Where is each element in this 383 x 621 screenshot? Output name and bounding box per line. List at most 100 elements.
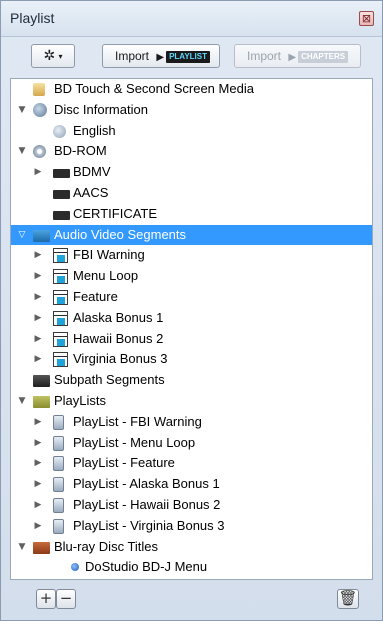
tree-row[interactable]: ▶ PlayList - Alaska Bonus 1 (11, 474, 372, 494)
folder-blue-icon (33, 229, 50, 242)
gear-icon: ✲ (43, 48, 56, 64)
disc-info-icon (33, 102, 47, 117)
play-arrow-icon: ▶ (288, 52, 297, 63)
play-arrow-icon: ▶ (156, 52, 165, 63)
expand-arrow-icon[interactable]: ▶ (33, 433, 43, 453)
tree-row-label: PlayList - Alaska Bonus 1 (73, 476, 220, 492)
collapse-arrow-icon[interactable]: ▼ (17, 537, 27, 557)
tree-row[interactable]: ▶ Feature (11, 287, 372, 307)
expand-arrow-icon[interactable]: ▶ (33, 516, 43, 536)
tree-row-label: BD-ROM (54, 143, 107, 159)
tree-row-label: Blu-ray Disc Titles (54, 538, 159, 554)
chapters-tag: CHAPTERS (298, 51, 349, 63)
collapse-arrow-icon[interactable]: ▽ (17, 225, 27, 245)
tree-row-label: Hawaii Bonus 2 (73, 330, 164, 346)
trash-icon[interactable]: 🗑 (337, 589, 359, 609)
settings-menu-button[interactable]: ✲ ▾ (31, 44, 75, 68)
tree-row[interactable]: Subpath Segments (11, 370, 372, 390)
playlist-tag: PLAYLIST (166, 51, 210, 63)
tree-row-label: BDMV (73, 164, 111, 180)
language-disc-icon (53, 124, 66, 138)
folder-icon (53, 210, 70, 220)
tree-row-label: PlayList - Virginia Bonus 3 (73, 517, 225, 533)
collapse-arrow-icon[interactable]: ▼ (17, 100, 27, 120)
expand-arrow-icon[interactable]: ▶ (33, 453, 43, 473)
tree-row-label: Disc Information (54, 101, 148, 117)
import-playlist-button[interactable]: Import ▶ PLAYLIST (102, 44, 220, 68)
project-tree[interactable]: BD Touch & Second Screen Media ▼ Disc Info… (10, 78, 373, 580)
tree-row[interactable]: BD Touch & Second Screen Media (11, 79, 372, 99)
tree-row-label: BD Touch & Second Screen Media (54, 81, 254, 96)
video-clip-icon (53, 269, 68, 285)
tree-row-label: PlayList - Feature (73, 455, 175, 471)
tree-row-label: Menu Loop (73, 268, 139, 284)
expand-arrow-icon[interactable]: ▶ (33, 162, 43, 182)
tree-row-label: AACS (73, 185, 109, 200)
tree-row-label: Audio Video Segments (54, 226, 187, 242)
panel-titlebar: Playlist ⊠ (1, 1, 382, 37)
import-chapters-button[interactable]: Import ▶ CHAPTERS (234, 44, 361, 68)
playlist-panel: Playlist ⊠ ✲ ▾ Import ▶ PLAYLIST Import ▶… (0, 0, 383, 621)
tree-row[interactable]: ▼ BD-ROM (11, 141, 372, 161)
playlist-icon (53, 456, 64, 472)
tree-row[interactable]: ▶ Alaska Bonus 1 (11, 308, 372, 328)
tree-row[interactable]: ▶ BDMV (11, 162, 372, 182)
expand-arrow-icon[interactable]: ▶ (33, 474, 43, 494)
close-icon[interactable]: ⊠ (359, 11, 374, 26)
tree-row[interactable]: ▶ PlayList - Menu Loop (11, 433, 372, 453)
tree-row-label: Virginia Bonus 3 (73, 351, 168, 367)
tree-row-label: DoStudio BD-J Menu (85, 559, 208, 575)
tree-row[interactable]: ▶ PlayList - Hawaii Bonus 2 (11, 495, 372, 515)
panel-title: Playlist (10, 10, 55, 26)
playlist-icon (53, 518, 64, 534)
remove-button[interactable]: − (56, 589, 76, 609)
expand-arrow-icon[interactable]: ▶ (33, 412, 43, 432)
collapse-arrow-icon[interactable]: ▼ (17, 391, 27, 411)
playlist-icon (53, 435, 64, 451)
tree-row-label: PlayLists (54, 393, 107, 408)
tree-row[interactable]: ▶ PlayList - FBI Warning (11, 412, 372, 432)
tree-row[interactable]: ▼ Blu-ray Disc Titles (11, 537, 372, 557)
tree-row-label: Feature (73, 289, 118, 304)
tree-row[interactable]: ▶ Menu Loop (11, 266, 372, 286)
video-clip-icon (53, 290, 68, 305)
tree-row[interactable]: DoStudio BD-J Menu (11, 557, 372, 577)
tree-row-label: Subpath Segments (54, 372, 165, 388)
bottom-toolbar: + − 🗑 (1, 581, 382, 621)
expand-arrow-icon[interactable]: ▶ (33, 349, 43, 369)
tree-row[interactable]: ▼ PlayLists (11, 391, 372, 411)
tree-row[interactable]: AACS (11, 183, 372, 203)
tree-row-label: Alaska Bonus 1 (73, 309, 164, 325)
tree-row-label: CERTIFICATE (73, 205, 158, 221)
tree-row-label: PlayList - FBI Warning (73, 413, 202, 429)
touch-media-icon (33, 83, 45, 96)
collapse-arrow-icon[interactable]: ▼ (17, 141, 27, 161)
chevron-down-icon: ▾ (58, 51, 63, 61)
tree-row[interactable]: English (11, 121, 372, 141)
tree-row[interactable]: ▶ PlayList - Virginia Bonus 3 (11, 516, 372, 536)
disc-icon (33, 145, 46, 159)
tree-row[interactable]: ▽ Audio Video Segments (11, 224, 372, 245)
tree-row[interactable]: ▼ Disc Information (11, 100, 372, 120)
expand-arrow-icon[interactable]: ▶ (33, 308, 43, 328)
add-button[interactable]: + (36, 589, 56, 609)
tree-row-label: PlayList - Hawaii Bonus 2 (73, 497, 221, 512)
folder-icon (53, 190, 70, 199)
expand-arrow-icon[interactable]: ▶ (33, 287, 43, 307)
title-dot-icon (71, 563, 79, 572)
tree-row[interactable]: ▶ PlayList - Feature (11, 453, 372, 473)
folder-dark-icon (33, 375, 50, 388)
folder-icon (53, 169, 70, 179)
tree-row[interactable]: CERTIFICATE (11, 204, 372, 224)
expand-arrow-icon[interactable]: ▶ (33, 329, 43, 349)
video-clip-icon (53, 310, 68, 326)
playlist-icon (53, 498, 64, 513)
playlist-icon (53, 477, 64, 493)
tree-row[interactable]: ▶ Virginia Bonus 3 (11, 349, 372, 369)
tree-row[interactable]: ▶ FBI Warning (11, 245, 372, 265)
tree-row[interactable]: ▶ Hawaii Bonus 2 (11, 329, 372, 349)
expand-arrow-icon[interactable]: ▶ (33, 495, 43, 515)
expand-arrow-icon[interactable]: ▶ (33, 245, 43, 265)
video-clip-icon (53, 331, 68, 347)
expand-arrow-icon[interactable]: ▶ (33, 266, 43, 286)
